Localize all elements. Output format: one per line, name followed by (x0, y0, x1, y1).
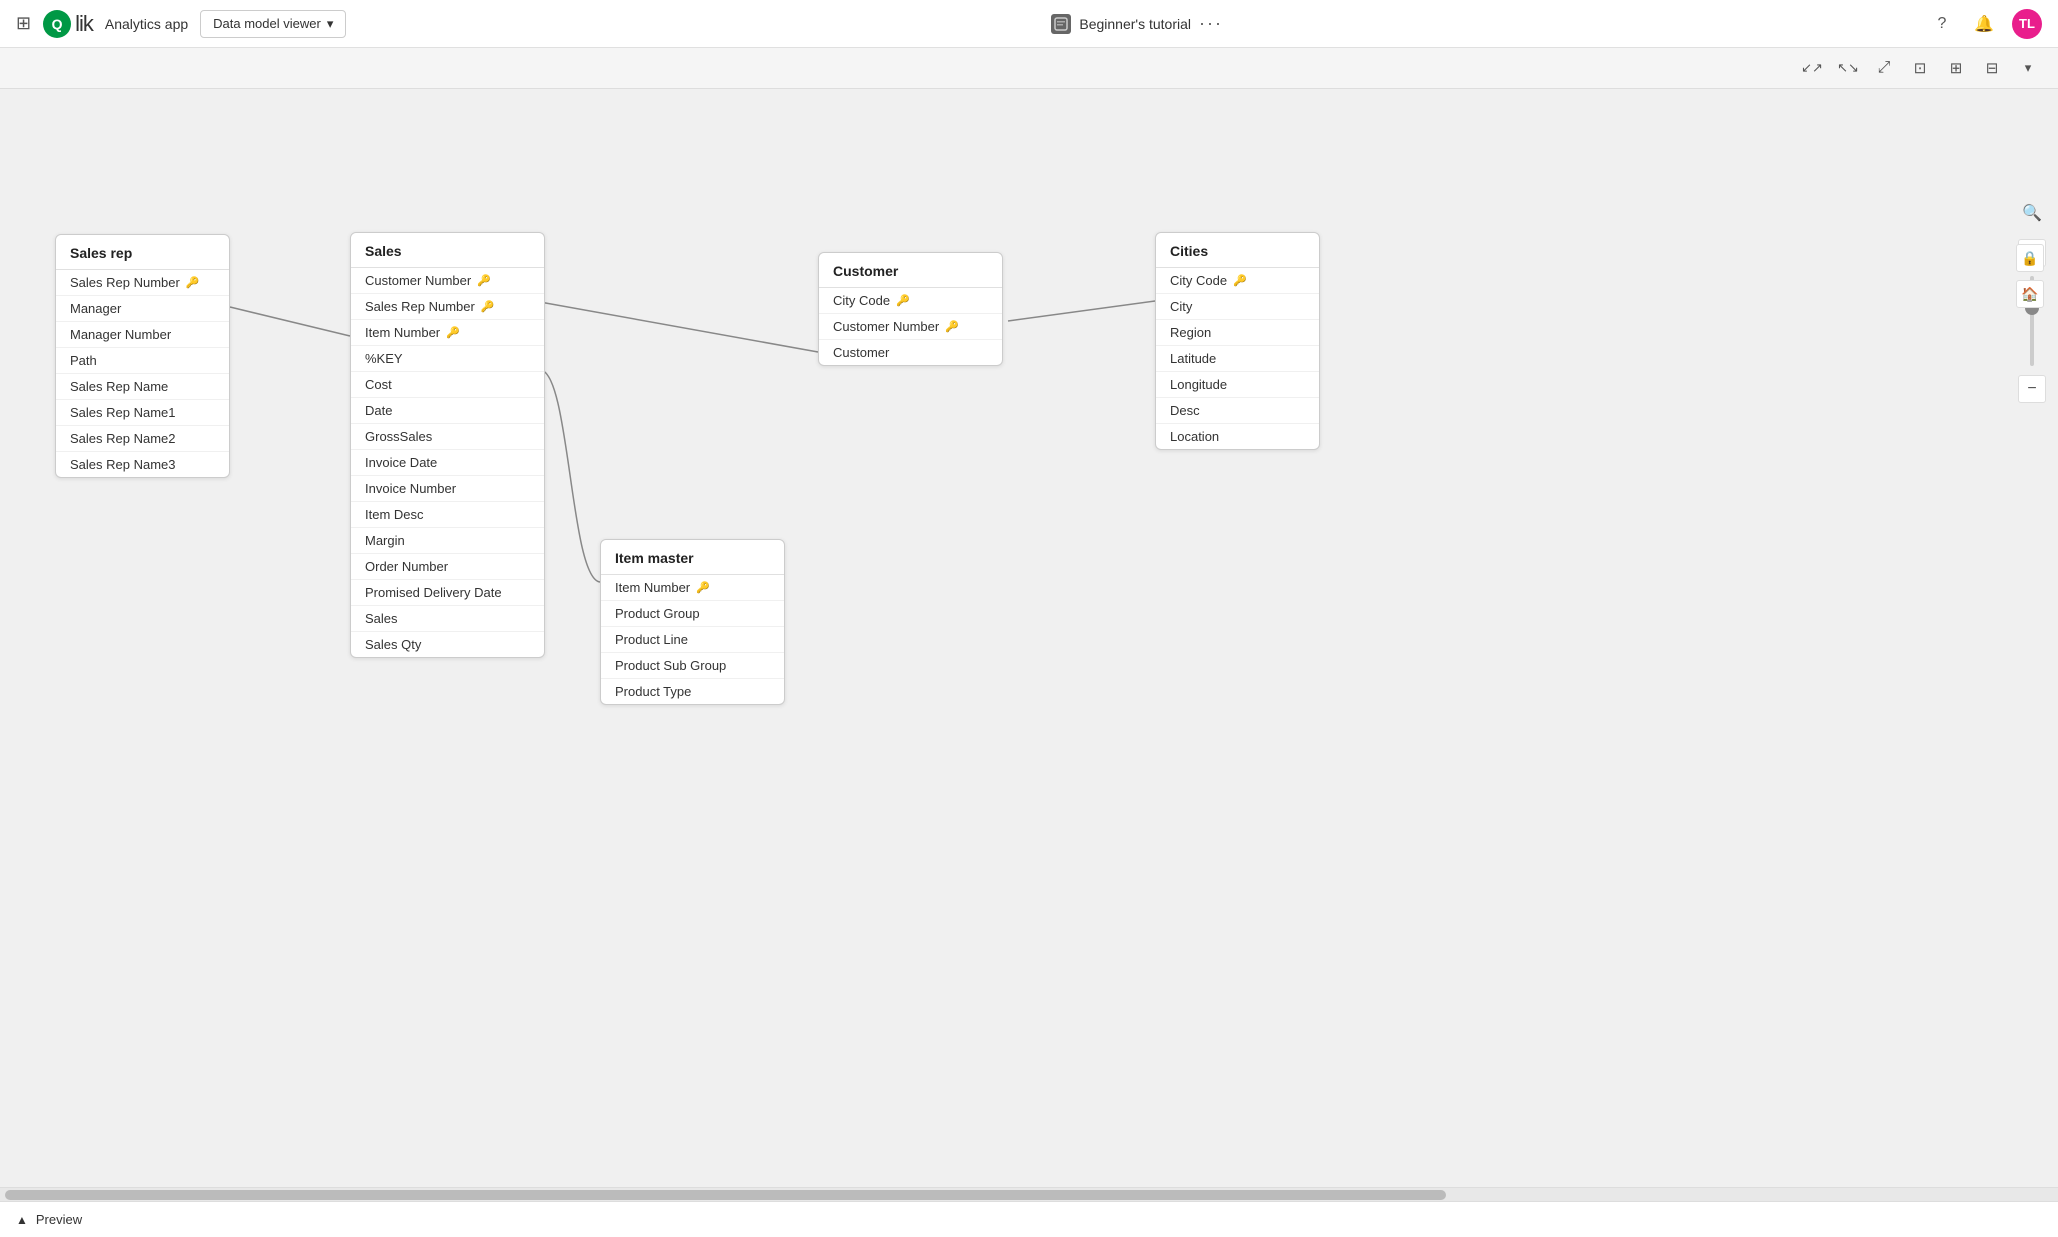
field-manager-number[interactable]: Manager Number (56, 322, 229, 348)
topbar-left: ⊞ Q lik Analytics app Data model viewer … (16, 10, 346, 38)
canvas: 🔍 + − 🔒 🏠 Sales rep Sales Rep Number 🔑 M… (0, 89, 2058, 1187)
table-card-customer: Customer City Code 🔑 Customer Number 🔑 C… (818, 252, 1003, 366)
field-sales-rep-name2[interactable]: Sales Rep Name2 (56, 426, 229, 452)
more-options-button[interactable]: ··· (1199, 13, 1223, 34)
key-icon: 🔑 (477, 274, 491, 287)
field-location[interactable]: Location (1156, 424, 1319, 449)
field-item-number-sales[interactable]: Item Number 🔑 (351, 320, 544, 346)
table-title-item-master: Item master (601, 540, 784, 575)
field-product-group[interactable]: Product Group (601, 601, 784, 627)
field-item-number-master[interactable]: Item Number 🔑 (601, 575, 784, 601)
key-icon: 🔑 (1233, 274, 1247, 287)
field-sales[interactable]: Sales (351, 606, 544, 632)
avatar[interactable]: TL (2012, 9, 2042, 39)
key-icon: 🔑 (945, 320, 959, 333)
field-city-code-customer[interactable]: City Code 🔑 (819, 288, 1002, 314)
field-customer-number[interactable]: Customer Number 🔑 (351, 268, 544, 294)
horizontal-scrollbar[interactable] (0, 1187, 2058, 1201)
toolbar: ↙↗ ↖↘ ⤢ ⊡ ⊞ ⊟ ▾ (0, 48, 2058, 89)
table-card-cities: Cities City Code 🔑 City Region Latitude … (1155, 232, 1320, 450)
table-card-item-master: Item master Item Number 🔑 Product Group … (600, 539, 785, 705)
topbar-center: Beginner's tutorial ··· (358, 13, 1916, 34)
tutorial-icon (1051, 14, 1071, 34)
lock-icon[interactable]: 🔒 (2016, 244, 2044, 272)
qlik-logo-text: lik (75, 11, 93, 37)
field-item-desc[interactable]: Item Desc (351, 502, 544, 528)
key-icon: 🔑 (696, 581, 710, 594)
field-invoice-number[interactable]: Invoice Number (351, 476, 544, 502)
table-title-sales-rep: Sales rep (56, 235, 229, 270)
chevron-down-icon[interactable]: ▾ (2014, 54, 2042, 82)
field-margin[interactable]: Margin (351, 528, 544, 554)
connections-svg (0, 89, 2058, 1187)
field-longitude[interactable]: Longitude (1156, 372, 1319, 398)
field-pct-key[interactable]: %KEY (351, 346, 544, 372)
zoom-out-button[interactable]: − (2018, 375, 2046, 403)
topbar: ⊞ Q lik Analytics app Data model viewer … (0, 0, 2058, 48)
field-city[interactable]: City (1156, 294, 1319, 320)
key-icon: 🔑 (186, 276, 200, 289)
connector-salesrep-sales-salesrep (230, 307, 350, 336)
tutorial-label: Beginner's tutorial (1079, 16, 1191, 32)
field-desc[interactable]: Desc (1156, 398, 1319, 424)
field-sales-rep-name1[interactable]: Sales Rep Name1 (56, 400, 229, 426)
bell-icon[interactable]: 🔔 (1970, 10, 1998, 38)
field-latitude[interactable]: Latitude (1156, 346, 1319, 372)
data-model-viewer-dropdown[interactable]: Data model viewer ▾ (200, 10, 346, 38)
key-icon: 🔑 (446, 326, 460, 339)
table-card-sales: Sales Customer Number 🔑 Sales Rep Number… (350, 232, 545, 658)
field-sales-rep-name[interactable]: Sales Rep Name (56, 374, 229, 400)
table-card-sales-rep: Sales rep Sales Rep Number 🔑 Manager Man… (55, 234, 230, 478)
bottom-bar: ▲ Preview (0, 1201, 2058, 1237)
connector-customer-cities-citycode (1008, 301, 1155, 321)
field-product-type[interactable]: Product Type (601, 679, 784, 704)
expand-icon[interactable]: ↖↘ (1834, 54, 1862, 82)
field-sales-rep-name3[interactable]: Sales Rep Name3 (56, 452, 229, 477)
key-icon: 🔑 (896, 294, 910, 307)
field-customer-number-customer[interactable]: Customer Number 🔑 (819, 314, 1002, 340)
qlik-logo-circle: Q (43, 10, 71, 38)
grid-menu-icon[interactable]: ⊞ (16, 13, 31, 34)
field-sales-rep-number[interactable]: Sales Rep Number 🔑 (56, 270, 229, 296)
field-city-code-cities[interactable]: City Code 🔑 (1156, 268, 1319, 294)
layout-3-icon[interactable]: ⊟ (1978, 54, 2006, 82)
preview-arrow-icon[interactable]: ▲ (16, 1213, 28, 1227)
field-gross-sales[interactable]: GrossSales (351, 424, 544, 450)
table-title-sales: Sales (351, 233, 544, 268)
field-invoice-date[interactable]: Invoice Date (351, 450, 544, 476)
search-button[interactable]: 🔍 (2018, 199, 2046, 227)
field-product-sub-group[interactable]: Product Sub Group (601, 653, 784, 679)
layout-2-icon[interactable]: ⊞ (1942, 54, 1970, 82)
app-name: Analytics app (105, 16, 188, 32)
collapse-icon[interactable]: ↙↗ (1798, 54, 1826, 82)
scrollbar-thumb[interactable] (5, 1190, 1446, 1200)
field-region[interactable]: Region (1156, 320, 1319, 346)
preview-label[interactable]: Preview (36, 1212, 82, 1227)
qlik-logo: Q lik (43, 10, 93, 38)
field-path[interactable]: Path (56, 348, 229, 374)
field-sales-qty[interactable]: Sales Qty (351, 632, 544, 657)
key-icon: 🔑 (481, 300, 495, 313)
connector-sales-itemmaster (540, 370, 600, 582)
field-manager[interactable]: Manager (56, 296, 229, 322)
field-product-line[interactable]: Product Line (601, 627, 784, 653)
help-icon[interactable]: ? (1928, 10, 1956, 38)
field-cost[interactable]: Cost (351, 372, 544, 398)
layout-1-icon[interactable]: ⊡ (1906, 54, 1934, 82)
field-date[interactable]: Date (351, 398, 544, 424)
topbar-right: ? 🔔 TL (1928, 9, 2042, 39)
field-order-number[interactable]: Order Number (351, 554, 544, 580)
fullscreen-icon[interactable]: ⤢ (1870, 54, 1898, 82)
field-customer[interactable]: Customer (819, 340, 1002, 365)
table-title-cities: Cities (1156, 233, 1319, 268)
field-sales-rep-number-sales[interactable]: Sales Rep Number 🔑 (351, 294, 544, 320)
field-promised-delivery-date[interactable]: Promised Delivery Date (351, 580, 544, 606)
home-icon[interactable]: 🏠 (2016, 280, 2044, 308)
connector-sales-customer-custnum (540, 302, 818, 352)
chevron-down-icon: ▾ (327, 16, 334, 32)
table-title-customer: Customer (819, 253, 1002, 288)
